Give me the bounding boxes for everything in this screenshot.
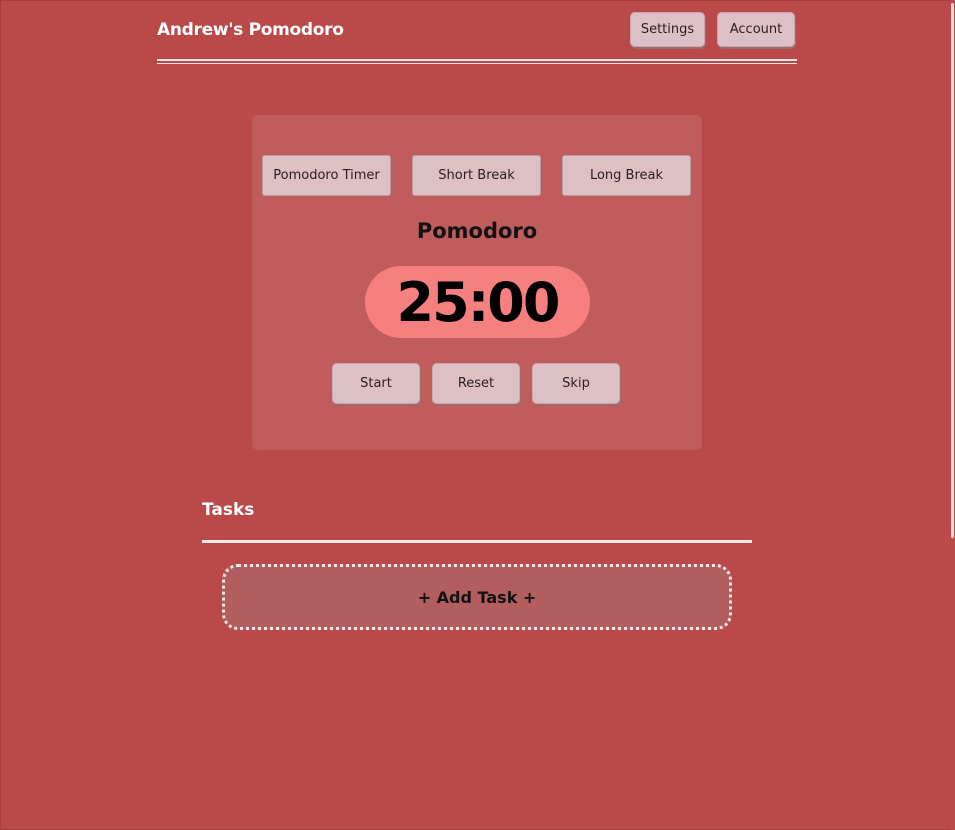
timer-card: Pomodoro Timer Short Break Long Break Po… [252,115,702,450]
long-break-tab[interactable]: Long Break [562,155,691,196]
pomodoro-timer-tab[interactable]: Pomodoro Timer [262,155,391,196]
tasks-heading: Tasks [202,500,255,520]
tasks-divider [202,540,752,543]
current-mode-label: Pomodoro [416,219,538,243]
timer-countdown: 25:00 [396,271,561,334]
add-task-label: + Add Task + [417,588,537,607]
app-title: Andrew's Pomodoro [157,20,344,40]
start-button[interactable]: Start [332,363,420,404]
scrollbar-thumb[interactable] [951,3,954,538]
page-scrollbar[interactable] [950,0,955,830]
skip-button[interactable]: Skip [532,363,620,404]
header-divider [157,59,797,64]
reset-button[interactable]: Reset [432,363,520,404]
account-button[interactable]: Account [717,12,795,47]
app-header: Andrew's Pomodoro Settings Account [157,11,797,51]
timer-display: 25:00 [365,266,590,338]
short-break-tab[interactable]: Short Break [412,155,541,196]
settings-button[interactable]: Settings [630,12,705,47]
add-task-button[interactable]: + Add Task + [222,564,732,630]
